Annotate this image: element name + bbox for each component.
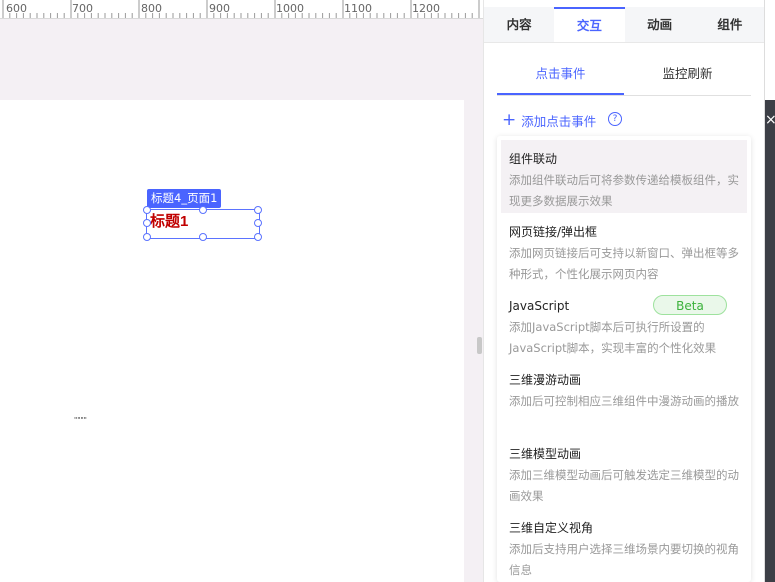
option-title: 三维自定义视角 [509,521,594,535]
dashboard-page[interactable] [0,100,464,582]
panel-tabs: 内容 交互 动画 组件 [484,7,765,43]
option-title: 组件联动 [509,152,558,166]
option-description: 添加网页链接后可支持以新窗口、弹出框等多种形式，个性化展示网页内容 [509,246,739,281]
tab-content[interactable]: 内容 [484,7,554,42]
close-icon[interactable]: × [765,112,775,128]
ruler-label: 600 [6,2,27,15]
option-3d-model-animation[interactable]: 三维模型动画 添加三维模型动画后可触发选定三维模型的动画效果 [501,435,747,509]
resize-handle-top-right[interactable] [254,206,262,214]
subtab-monitor-refresh[interactable]: 监控刷新 [624,57,751,95]
resize-handle-top-left[interactable] [143,206,151,214]
ruler-label: 1100 [344,2,372,15]
option-component-linkage[interactable]: 组件联动 添加组件联动后可将参数传递给模板组件，实现更多数据展示效果 [501,140,747,213]
ruler-label: 1000 [276,2,304,15]
help-icon[interactable]: ? [608,112,622,126]
tab-animation[interactable]: 动画 [625,7,695,42]
component-name-tag: 标题4_页面1 [147,189,222,208]
horizontal-ruler: 600 700 800 900 1000 1100 1200 [0,0,483,19]
dark-side-panel [765,100,775,582]
plus-icon: + [502,109,517,130]
option-javascript[interactable]: JavaScript Beta 添加JavaScript脚本后可执行所设置的Ja… [501,287,747,361]
add-click-event-label: 添加点击事件 [521,113,597,129]
resize-handle-bottom-left[interactable] [143,233,151,241]
option-description: 添加后支持用户选择三维场景内要切换的视角信息 [509,542,739,577]
option-description: 添加JavaScript脚本后可执行所设置的JavaScript脚本，实现丰富的… [509,320,717,355]
add-click-event-button[interactable]: + 添加点击事件 [502,110,596,130]
option-title: 三维模型动画 [509,447,582,461]
resize-handle-bottom[interactable] [199,233,207,241]
interaction-subtabs: 点击事件 监控刷新 [497,57,751,96]
ruler-label: 1200 [412,2,440,15]
ruler-label: 900 [209,2,230,15]
beta-badge: Beta [653,295,727,315]
resize-handle-bottom-right[interactable] [254,233,262,241]
option-web-link-popup[interactable]: 网页链接/弹出框 添加网页链接后可支持以新窗口、弹出框等多种形式，个性化展示网页… [501,213,747,287]
canvas-scroll-handle[interactable] [477,337,482,354]
side-strip: × [764,0,775,582]
resize-handle-left[interactable] [143,219,151,227]
click-event-dropdown: 组件联动 添加组件联动后可将参数传递给模板组件，实现更多数据展示效果 网页链接/… [497,136,751,582]
option-3d-custom-view[interactable]: 三维自定义视角 添加后支持用户选择三维场景内要切换的视角信息 [501,509,747,582]
tab-component[interactable]: 组件 [695,7,765,42]
resize-handle-top[interactable] [199,206,207,214]
subtab-click-event[interactable]: 点击事件 [497,57,624,95]
properties-panel: 内容 交互 动画 组件 点击事件 监控刷新 + 添加点击事件 ? 组件联动 添加… [483,0,765,582]
component-title-text[interactable]: 标题1 [150,213,188,231]
option-title: 三维漫游动画 [509,373,582,387]
option-3d-roam-animation[interactable]: 三维漫游动画 添加后可控制相应三维组件中漫游动画的播放 [501,361,747,435]
option-description: 添加三维模型动画后可触发选定三维模型的动画效果 [509,468,739,503]
option-description: 添加组件联动后可将参数传递给模板组件，实现更多数据展示效果 [509,173,739,208]
tab-interaction[interactable]: 交互 [554,7,625,42]
option-description: 添加后可控制相应三维组件中漫游动画的播放 [509,394,739,408]
resize-handle-right[interactable] [254,219,262,227]
option-title: 网页链接/弹出框 [509,225,598,239]
ruler-label: 700 [72,2,93,15]
ruler-label: 800 [141,2,162,15]
small-text-component[interactable]: """" [74,416,87,424]
